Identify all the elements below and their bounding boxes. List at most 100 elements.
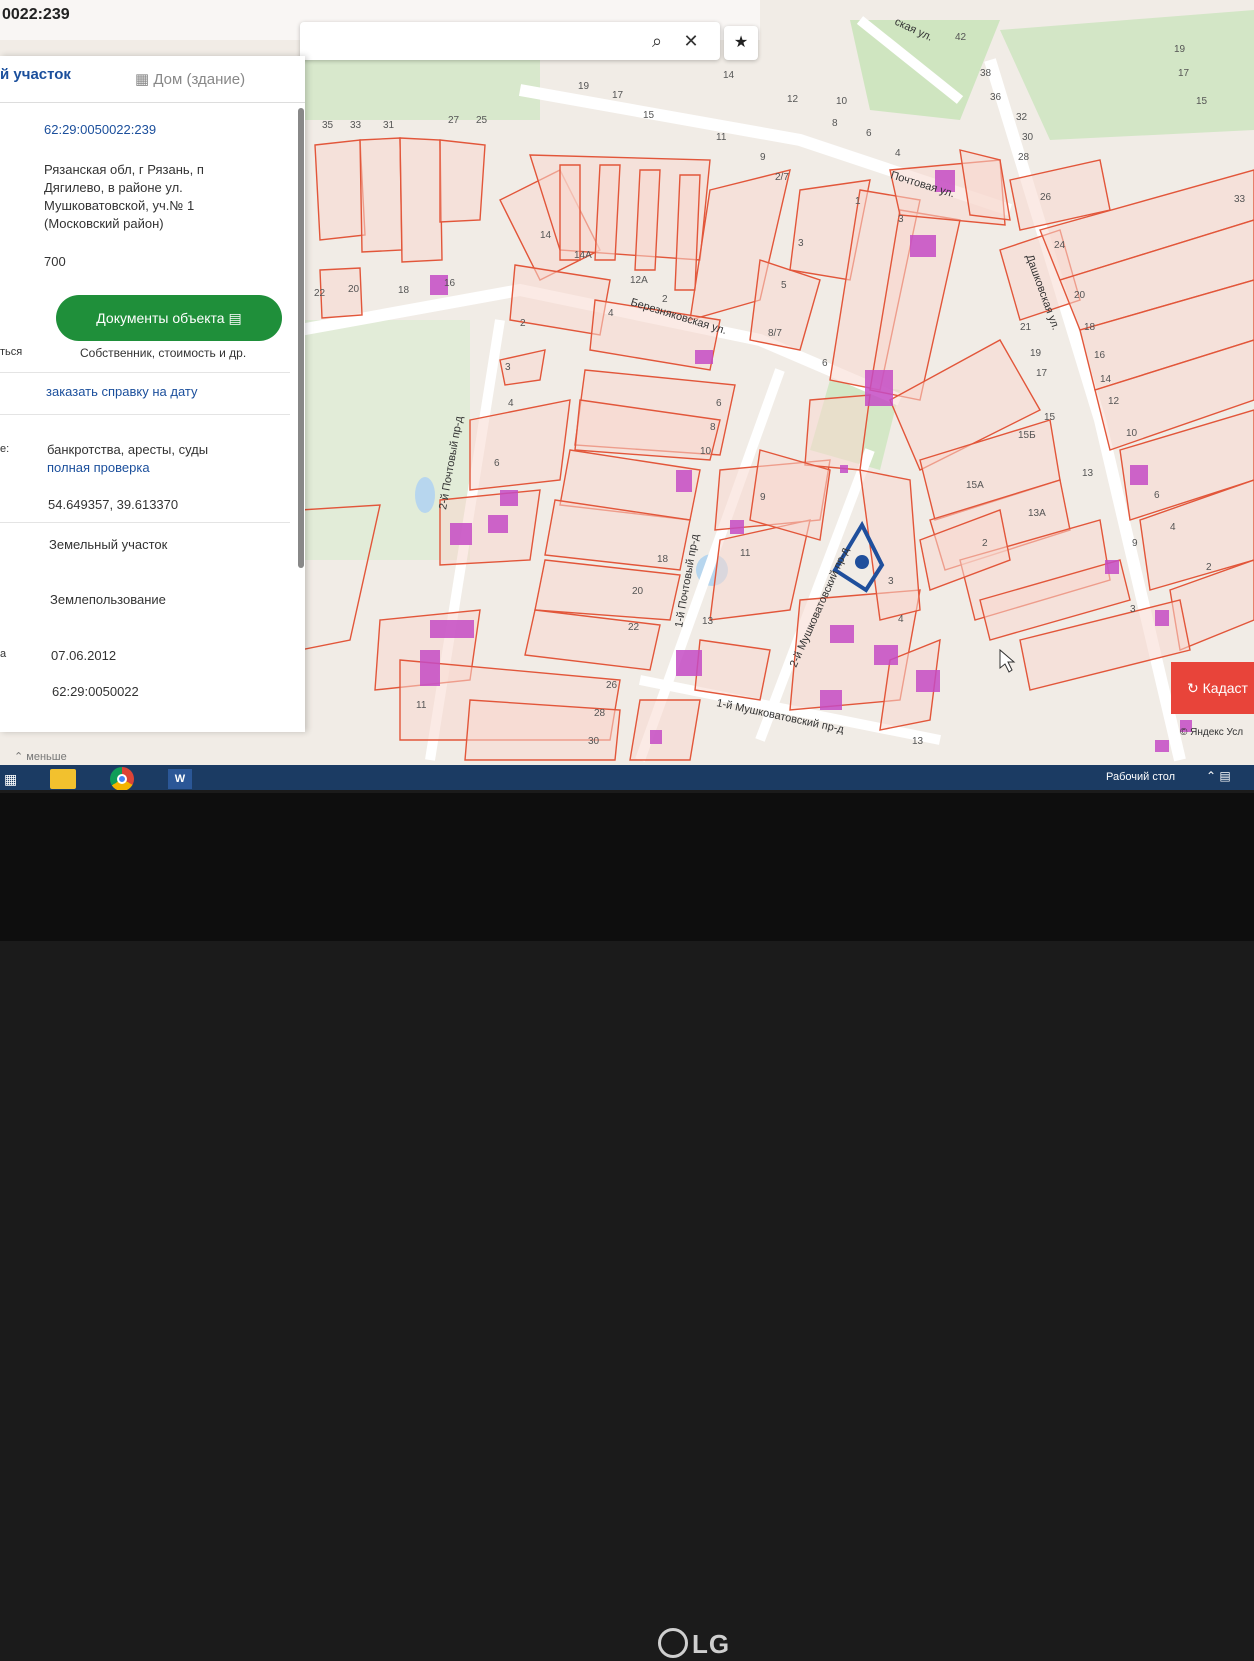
area-value: 700 <box>44 254 66 269</box>
svg-text:42: 42 <box>955 32 967 43</box>
svg-text:6: 6 <box>822 358 828 369</box>
document-icon: ▤ <box>228 310 242 326</box>
divider <box>0 372 290 373</box>
full-check-link[interactable]: полная проверка <box>47 460 150 475</box>
svg-text:25: 25 <box>476 115 488 126</box>
svg-text:18: 18 <box>398 285 410 296</box>
taskbar: ▦ W Рабочий стол ⌃ ▤ <box>0 765 1254 790</box>
svg-text:4: 4 <box>608 308 614 319</box>
svg-text:38: 38 <box>980 68 992 79</box>
search-icon[interactable]: ⌕ <box>646 30 668 52</box>
svg-text:8: 8 <box>710 422 716 433</box>
svg-text:14: 14 <box>723 70 735 81</box>
svg-text:18: 18 <box>1084 322 1096 333</box>
svg-text:3: 3 <box>1130 604 1136 615</box>
info-panel: й участок ▦ Дом (здание) 62:29:0050022:2… <box>0 56 305 763</box>
checks-text: банкротства, аресты, суды <box>47 442 209 457</box>
registration-date: 07.06.2012 <box>51 648 117 663</box>
svg-text:15Б: 15Б <box>1018 430 1036 441</box>
tab-land-plot[interactable]: й участок <box>0 66 71 83</box>
svg-text:6: 6 <box>1154 490 1160 501</box>
svg-text:15: 15 <box>643 110 655 121</box>
svg-text:3: 3 <box>505 362 511 373</box>
svg-text:5: 5 <box>781 280 787 291</box>
monitor-bezel: LG <box>0 793 1254 1659</box>
tab-building[interactable]: ▦ Дом (здание) <box>135 70 245 88</box>
cadastral-number-fragment: 0022:239 <box>2 6 70 23</box>
svg-text:14: 14 <box>1100 374 1112 385</box>
svg-text:20: 20 <box>348 284 360 295</box>
svg-text:30: 30 <box>1022 132 1034 143</box>
svg-text:3: 3 <box>888 576 894 587</box>
svg-text:15А: 15А <box>966 480 984 491</box>
svg-text:2: 2 <box>982 538 988 549</box>
svg-text:19: 19 <box>578 81 590 92</box>
svg-text:21: 21 <box>1020 322 1032 333</box>
svg-text:18: 18 <box>657 554 669 565</box>
desktop-label[interactable]: Рабочий стол <box>1106 771 1175 783</box>
svg-text:9: 9 <box>760 492 766 503</box>
divider <box>0 414 290 415</box>
map-attribution[interactable]: © Яндекс Усл <box>1180 727 1243 738</box>
left-fragment-3: а <box>0 648 7 660</box>
divider <box>0 522 290 523</box>
category-value: Земельный участок <box>49 537 168 552</box>
left-fragment-2: е: <box>0 443 10 455</box>
refresh-icon: ↻ <box>1187 680 1199 696</box>
svg-text:4: 4 <box>1170 522 1176 533</box>
svg-text:17: 17 <box>1036 368 1048 379</box>
svg-text:3: 3 <box>798 238 804 249</box>
svg-text:27: 27 <box>448 115 460 126</box>
less-toggle[interactable]: ⌃ меньше <box>14 750 67 763</box>
word-icon[interactable]: W <box>168 769 192 789</box>
svg-text:19: 19 <box>1174 44 1186 55</box>
monitor-logo: LG <box>658 1628 731 1661</box>
svg-text:9: 9 <box>760 152 766 163</box>
search-box[interactable]: ⌕ ✕ <box>300 22 720 60</box>
chrome-icon[interactable] <box>110 767 134 790</box>
svg-text:28: 28 <box>1018 152 1030 163</box>
svg-text:12А: 12А <box>630 275 648 286</box>
panel-scrollbar[interactable] <box>298 108 304 568</box>
svg-text:17: 17 <box>1178 68 1190 79</box>
cadastral-quarter: 62:29:0050022 <box>52 684 139 699</box>
tray-chevron-icon[interactable]: ⌃ ▤ <box>1206 769 1231 783</box>
svg-text:2: 2 <box>1206 562 1212 573</box>
star-icon[interactable]: ★ <box>724 26 758 60</box>
documents-button-label: Документы объекта <box>96 310 225 326</box>
svg-text:6: 6 <box>866 128 872 139</box>
brand-label: LG <box>692 1629 731 1659</box>
svg-text:26: 26 <box>606 680 618 691</box>
svg-text:16: 16 <box>1094 350 1106 361</box>
svg-text:9: 9 <box>1132 538 1138 549</box>
kadastr-button[interactable]: ↻ Кадаст <box>1171 662 1254 714</box>
svg-text:8: 8 <box>832 118 838 129</box>
svg-text:13: 13 <box>702 616 714 627</box>
svg-text:33: 33 <box>350 120 362 131</box>
svg-text:11: 11 <box>716 132 727 143</box>
task-view-icon[interactable]: ▦ <box>4 771 17 788</box>
svg-text:6: 6 <box>716 398 722 409</box>
svg-text:14А: 14А <box>574 250 592 261</box>
file-explorer-icon[interactable] <box>50 769 76 789</box>
kadastr-label: Кадаст <box>1202 680 1248 696</box>
svg-text:8/7: 8/7 <box>768 328 782 339</box>
close-icon[interactable]: ✕ <box>680 30 702 52</box>
svg-text:14: 14 <box>540 230 552 241</box>
svg-text:33: 33 <box>1234 194 1246 205</box>
svg-text:11: 11 <box>416 700 427 711</box>
cadastral-number[interactable]: 62:29:0050022:239 <box>44 122 156 137</box>
svg-text:17: 17 <box>612 90 624 101</box>
svg-text:32: 32 <box>1016 112 1028 123</box>
left-fragment-1: ться <box>0 346 23 358</box>
usage-value: Землепользование <box>50 592 166 607</box>
address-line-4: (Московский район) <box>44 216 164 231</box>
svg-text:22: 22 <box>628 622 640 633</box>
order-certificate-link[interactable]: заказать справку на дату <box>46 384 198 399</box>
documents-button[interactable]: Документы объекта ▤ <box>56 295 282 341</box>
svg-text:12: 12 <box>787 94 799 105</box>
address-line-3: Мушковатовской, уч.№ 1 <box>44 198 195 213</box>
svg-text:31: 31 <box>383 120 395 131</box>
documents-subtitle: Собственник, стоимость и др. <box>80 346 247 360</box>
svg-text:4: 4 <box>508 398 514 409</box>
